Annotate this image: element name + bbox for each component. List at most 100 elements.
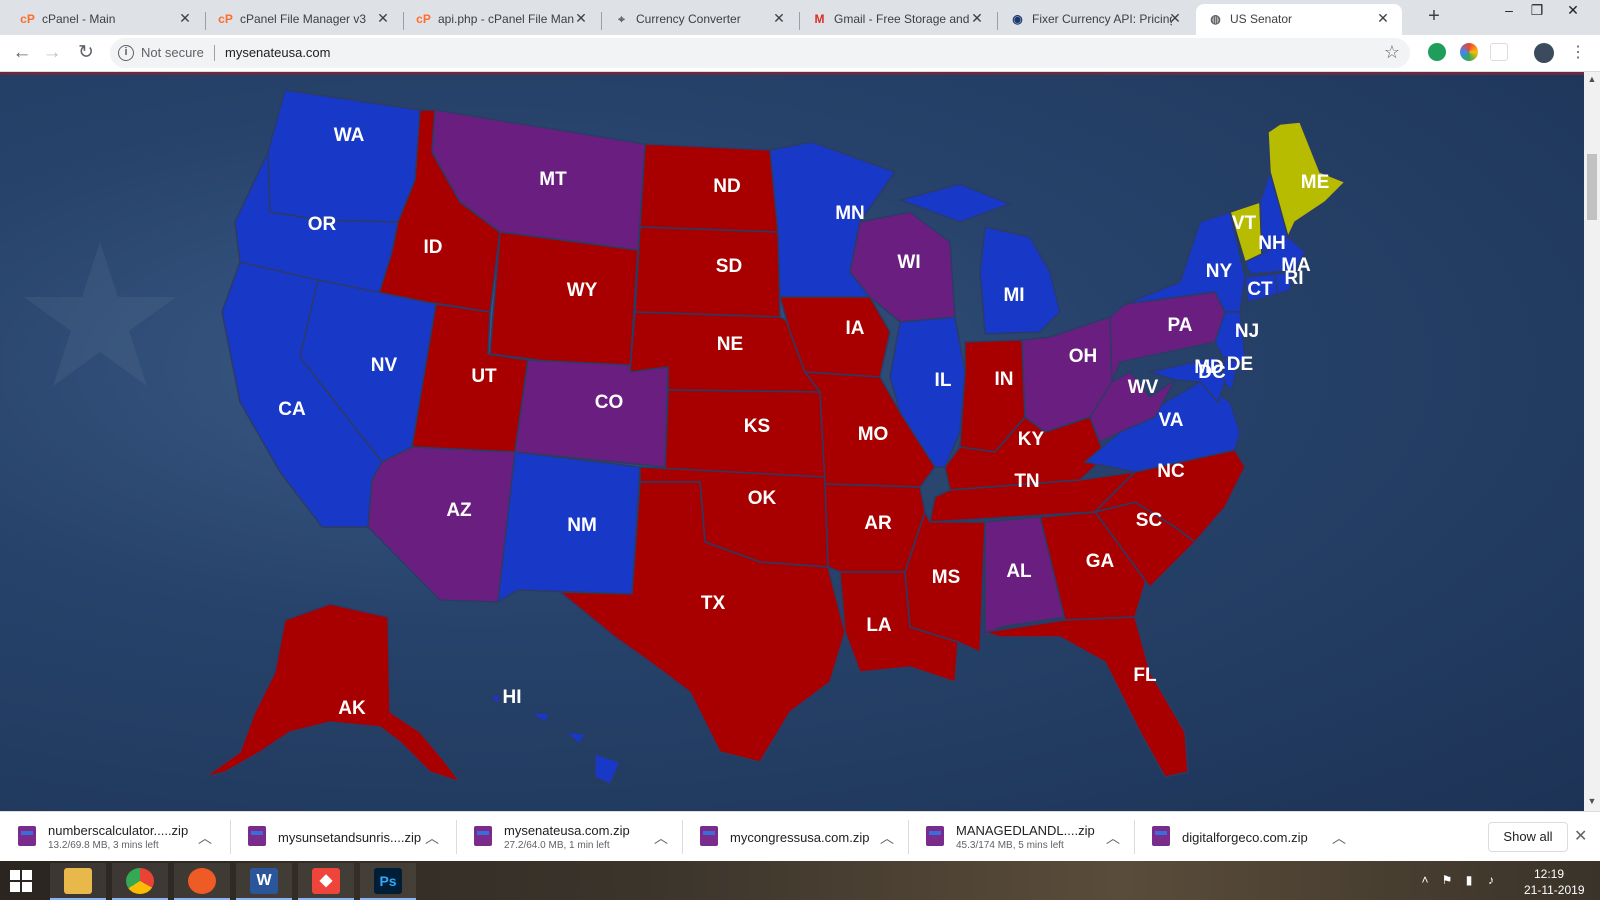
- tab-gmail[interactable]: M Gmail - Free Storage and ✕: [800, 4, 996, 35]
- windows-start-icon[interactable]: [10, 870, 32, 892]
- file-explorer-icon[interactable]: [50, 863, 106, 900]
- download-item[interactable]: digitalforgeco.com.zip ︿: [1134, 812, 1358, 862]
- flash-sale-extension-icon[interactable]: [1490, 43, 1508, 61]
- globe-icon: ◍: [1210, 12, 1221, 26]
- tray-chevron-up-icon[interactable]: ˄: [1418, 873, 1432, 887]
- photoshop-icon[interactable]: Ps: [360, 863, 416, 900]
- chevron-up-icon[interactable]: ︿: [880, 828, 894, 846]
- download-name: mycongressusa.com.zip: [730, 830, 870, 845]
- state-wa[interactable]: [267, 89, 421, 223]
- state-label-nc: NC: [1157, 461, 1185, 482]
- download-item[interactable]: numberscalculator.....zip 13.2/69.8 MB, …: [0, 812, 224, 862]
- tab-title: Fixer Currency API: Pricing: [1032, 12, 1172, 26]
- state-label-or: OR: [308, 214, 337, 235]
- close-icon[interactable]: ✕: [970, 10, 984, 26]
- state-label-sc: SC: [1136, 510, 1163, 531]
- chevron-up-icon[interactable]: ︿: [1332, 828, 1346, 846]
- page-scrollbar[interactable]: ▲ ▼: [1584, 72, 1600, 811]
- close-icon[interactable]: ✕: [574, 10, 588, 26]
- chevron-up-icon[interactable]: ︿: [654, 828, 668, 846]
- bookmark-star-icon[interactable]: ☆: [1384, 42, 1400, 63]
- state-label-ms: MS: [932, 567, 961, 588]
- minimize-icon[interactable]: –: [1496, 2, 1522, 24]
- postman-icon[interactable]: [174, 863, 230, 900]
- state-label-ks: KS: [744, 416, 770, 437]
- color-picker-extension-icon[interactable]: [1460, 43, 1478, 61]
- forward-icon[interactable]: →: [40, 41, 64, 65]
- anydesk-icon[interactable]: ◆: [298, 863, 354, 900]
- volume-muted-icon[interactable]: ♪: [1484, 873, 1498, 887]
- state-label-ne: NE: [717, 334, 743, 355]
- us-senate-map: WA OR CA ID NV MT WY UT AZ CO NM ND SD N…: [24, 89, 1347, 785]
- clock-time[interactable]: 12:19: [1534, 867, 1564, 881]
- state-sd[interactable]: [634, 226, 781, 318]
- window-close-icon[interactable]: ✕: [1560, 2, 1586, 24]
- state-label-mn: MN: [835, 203, 865, 224]
- state-co[interactable]: [514, 359, 669, 468]
- state-label-va: VA: [1159, 410, 1184, 431]
- state-wy[interactable]: [489, 231, 639, 373]
- state-fl[interactable]: [984, 616, 1189, 778]
- download-item[interactable]: MANAGEDLANDL....zip 45.3/174 MB, 5 mins …: [908, 812, 1132, 862]
- state-label-co: CO: [595, 392, 624, 413]
- profile-avatar[interactable]: [1534, 43, 1554, 63]
- show-all-button[interactable]: Show all: [1488, 822, 1568, 852]
- chevron-up-icon[interactable]: ︿: [1106, 828, 1120, 846]
- tab-cpanel-file-manager[interactable]: cP cPanel File Manager v3 ✕: [206, 4, 402, 35]
- state-mi[interactable]: [979, 226, 1061, 335]
- close-icon[interactable]: ✕: [1168, 10, 1182, 26]
- winrar-archive-icon: [926, 826, 944, 846]
- download-item[interactable]: mysenateusa.com.zip 27.2/64.0 MB, 1 min …: [456, 812, 680, 862]
- tab-title: api.php - cPanel File Man: [438, 12, 575, 26]
- state-label-pa: PA: [1168, 315, 1193, 336]
- menu-icon[interactable]: ⋮: [1566, 41, 1590, 65]
- state-label-hi: HI: [503, 687, 522, 708]
- page-content: WA OR CA ID NV MT WY UT AZ CO NM ND SD N…: [0, 72, 1584, 811]
- state-label-tx: TX: [701, 593, 726, 614]
- tab-fixer-api[interactable]: ◉ Fixer Currency API: Pricing ✕: [998, 4, 1194, 35]
- state-az[interactable]: [367, 446, 516, 603]
- url-divider: [214, 45, 215, 61]
- close-icon[interactable]: ✕: [1376, 10, 1390, 26]
- scroll-up-icon[interactable]: ▲: [1587, 74, 1597, 86]
- state-label-wy: WY: [567, 280, 598, 301]
- state-nd[interactable]: [639, 143, 779, 233]
- state-label-mt: MT: [539, 169, 567, 190]
- download-item[interactable]: mycongressusa.com.zip ︿: [682, 812, 906, 862]
- tab-us-senator[interactable]: ◍ US Senator ✕: [1196, 4, 1402, 35]
- clock-date[interactable]: 21-11-2019: [1524, 883, 1585, 897]
- state-label-nh: NH: [1258, 233, 1285, 254]
- close-icon[interactable]: ✕: [178, 10, 192, 26]
- back-icon[interactable]: ←: [10, 41, 34, 65]
- chrome-icon[interactable]: [112, 863, 168, 900]
- restore-icon[interactable]: ❐: [1524, 2, 1550, 24]
- address-bar[interactable]: i Not secure mysenateusa.com ☆: [110, 38, 1410, 68]
- chevron-up-icon[interactable]: ︿: [198, 828, 212, 846]
- state-label-ct: CT: [1247, 279, 1273, 300]
- tab-cpanel-main[interactable]: cP cPanel - Main ✕: [8, 4, 204, 35]
- scroll-down-icon[interactable]: ▼: [1587, 796, 1597, 808]
- winrar-archive-icon: [18, 826, 36, 846]
- download-item[interactable]: mysunsetandsunris....zip ︿: [230, 812, 454, 862]
- new-tab-button[interactable]: +: [1424, 6, 1444, 28]
- grammarly-extension-icon[interactable]: [1428, 43, 1446, 61]
- word-icon[interactable]: W: [236, 863, 292, 900]
- state-label-ky: KY: [1018, 429, 1045, 450]
- state-label-mi: MI: [1003, 285, 1024, 306]
- state-ak[interactable]: [204, 603, 463, 784]
- info-icon[interactable]: i: [118, 45, 134, 61]
- chevron-up-icon[interactable]: ︿: [425, 828, 439, 846]
- tab-title: US Senator: [1230, 12, 1293, 26]
- close-icon[interactable]: ✕: [1574, 826, 1587, 846]
- scroll-thumb[interactable]: [1587, 154, 1597, 220]
- action-center-icon[interactable]: ⚑: [1440, 873, 1454, 887]
- url-text[interactable]: mysenateusa.com: [225, 45, 331, 60]
- close-icon[interactable]: ✕: [772, 10, 786, 26]
- tab-currency-converter[interactable]: ⌖ Currency Converter ✕: [602, 4, 798, 35]
- network-icon[interactable]: ▮: [1462, 873, 1476, 887]
- state-label-nd: ND: [713, 176, 740, 197]
- close-icon[interactable]: ✕: [376, 10, 390, 26]
- tab-api-php[interactable]: cP api.php - cPanel File Man ✕: [404, 4, 600, 35]
- reload-icon[interactable]: ↻: [74, 41, 98, 65]
- security-label[interactable]: Not secure: [141, 45, 204, 60]
